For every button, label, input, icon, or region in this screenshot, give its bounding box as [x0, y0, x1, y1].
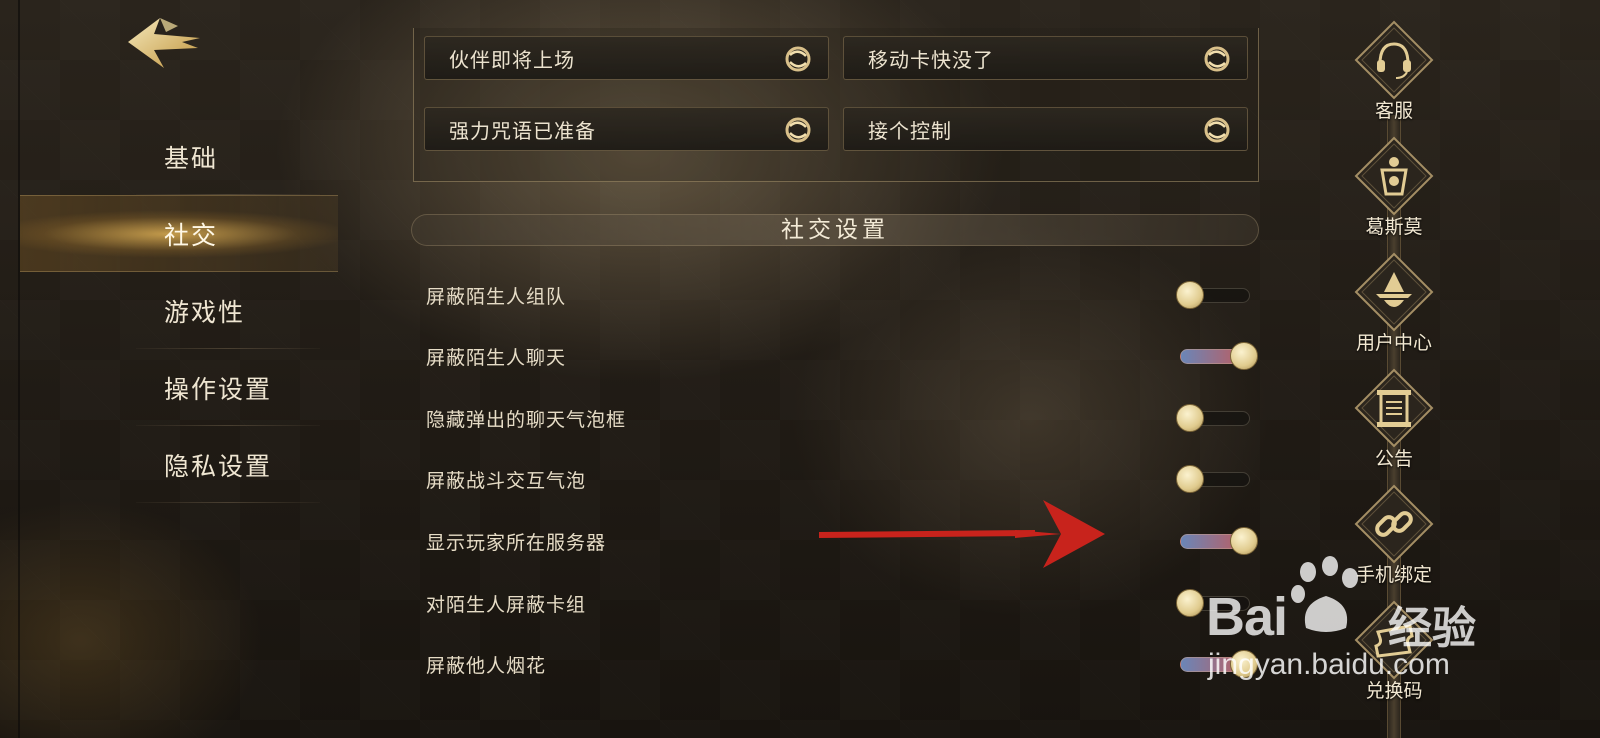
toggle-switch[interactable]	[1176, 280, 1258, 310]
setting-label: 屏蔽他人烟花	[426, 655, 547, 677]
setting-row: 屏蔽战斗交互气泡	[426, 460, 1266, 500]
wizard-hat-icon	[1376, 272, 1412, 307]
rail-item-customer-service[interactable]: 客服	[1348, 20, 1440, 128]
rail-item-label: 葛斯莫	[1365, 216, 1423, 238]
sidebar-item-controls[interactable]: 操作设置	[20, 349, 338, 426]
sidebar-item-privacy[interactable]: 隐私设置	[20, 426, 338, 503]
rail-item-label: 公告	[1374, 448, 1413, 470]
quick-phrase-label: 接个控制	[868, 118, 952, 143]
rail-item-announcement[interactable]: 公告	[1348, 368, 1440, 476]
setting-label: 显示玩家所在服务器	[426, 532, 607, 554]
setting-label: 屏蔽陌生人聊天	[426, 347, 567, 369]
paw-logo-icon	[1291, 556, 1358, 632]
setting-label: 对陌生人屏蔽卡组	[426, 594, 587, 616]
sidebar-item-label: 社交	[164, 220, 219, 250]
setting-row: 屏蔽陌生人聊天	[426, 337, 1266, 377]
headset-icon	[1377, 42, 1411, 79]
quick-phrase-button[interactable]: 强力咒语已准备	[424, 107, 829, 151]
rail-item-label: 客服	[1374, 100, 1413, 122]
toggle-knob	[1176, 281, 1204, 309]
toggle-switch[interactable]	[1176, 403, 1258, 433]
setting-row: 隐藏弹出的聊天气泡框	[426, 399, 1266, 439]
toggle-switch[interactable]	[1176, 464, 1258, 494]
link-icon	[1375, 511, 1413, 537]
back-arrow-icon	[128, 18, 200, 68]
sidebar-item-gameplay[interactable]: 游戏性	[20, 272, 338, 349]
sidebar-item-label: 操作设置	[164, 374, 273, 404]
toggle-knob	[1230, 527, 1258, 555]
sidebar-item-basic[interactable]: 基础	[20, 118, 338, 195]
sidebar-item-label: 基础	[164, 143, 219, 173]
rail-item-user-center[interactable]: 用户中心	[1348, 252, 1440, 360]
settings-sidebar: 基础 社交 游戏性 操作设置 隐私设置	[20, 118, 338, 503]
sidebar-item-label: 游戏性	[164, 297, 246, 327]
quick-phrase-button[interactable]: 移动卡快没了	[843, 36, 1248, 80]
quick-phrase-label: 强力咒语已准备	[449, 118, 596, 143]
watermark-brand-cn: 经验	[1388, 603, 1476, 654]
setting-row: 对陌生人屏蔽卡组	[426, 584, 1266, 624]
rail-item-gesmo[interactable]: 葛斯莫	[1348, 136, 1440, 244]
swirl-icon	[1204, 46, 1230, 72]
quick-phrase-button[interactable]: 伙伴即将上场	[424, 36, 829, 80]
toggle-switch[interactable]	[1176, 341, 1258, 371]
quick-phrase-button[interactable]: 接个控制	[843, 107, 1248, 151]
quick-phrase-panel: 伙伴即将上场 移动卡快没了 强力咒语已准备 接个控制	[413, 28, 1259, 182]
section-title: 社交设置	[411, 214, 1259, 246]
swirl-icon	[785, 46, 811, 72]
setting-label: 屏蔽陌生人组队	[426, 286, 567, 308]
toggle-knob	[1176, 465, 1204, 493]
scroll-icon	[1377, 390, 1411, 427]
baidu-watermark: Bai 经验 jingyan.baidu.com	[1200, 556, 1500, 696]
character-badge-icon	[1380, 157, 1408, 196]
watermark-url: jingyan.baidu.com	[1208, 648, 1450, 681]
sidebar-item-label: 隐私设置	[164, 451, 273, 481]
setting-row: 屏蔽他人烟花	[426, 645, 1266, 685]
setting-row: 屏蔽陌生人组队	[426, 276, 1266, 316]
toggle-switch[interactable]	[1176, 526, 1258, 556]
sidebar-item-social[interactable]: 社交	[20, 195, 338, 272]
setting-label: 隐藏弹出的聊天气泡框	[426, 409, 627, 431]
toggle-knob	[1176, 404, 1204, 432]
quick-phrase-label: 移动卡快没了	[868, 47, 994, 72]
setting-label: 屏蔽战斗交互气泡	[426, 470, 587, 492]
swirl-icon	[785, 117, 811, 143]
watermark-brand: Bai	[1206, 587, 1288, 647]
back-button[interactable]	[120, 12, 206, 74]
toggle-knob	[1230, 342, 1258, 370]
swirl-icon	[1204, 117, 1230, 143]
red-arrow-annotation	[819, 500, 1105, 568]
quick-phrase-label: 伙伴即将上场	[449, 47, 575, 72]
rail-item-label: 用户中心	[1355, 332, 1432, 354]
